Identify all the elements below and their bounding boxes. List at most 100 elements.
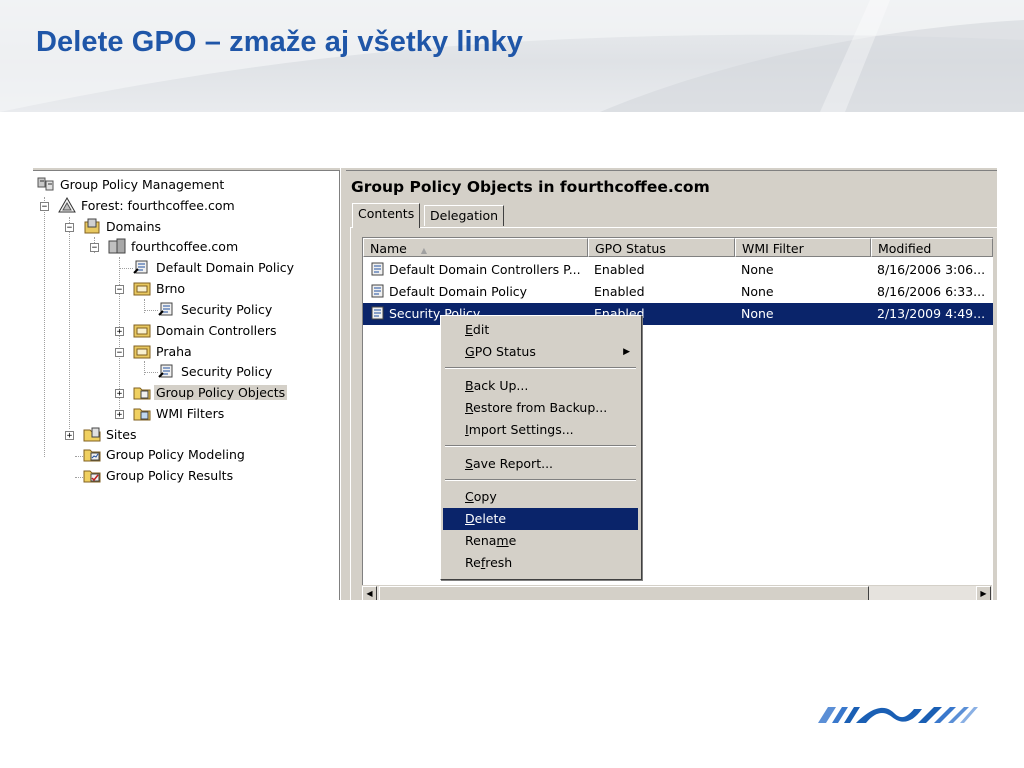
tree-item-wmi-filters[interactable]: WMI Filters — [133, 404, 226, 424]
tab-contents[interactable]: Contents — [352, 203, 421, 228]
gpo-icon — [371, 306, 384, 320]
console-tree: Group Policy Management − Forest: fourth… — [33, 170, 340, 600]
tree-line — [144, 310, 158, 311]
menu-item-edit[interactable]: Edit — [443, 319, 638, 341]
gpo-icon — [371, 284, 384, 298]
status-cell: Enabled — [594, 284, 645, 299]
menu-item-back-up[interactable]: Back Up... — [443, 375, 638, 397]
folder-gpo-icon — [133, 387, 151, 400]
column-header-gpo-status[interactable]: GPO Status — [588, 238, 735, 257]
status-cell: Enabled — [594, 262, 645, 277]
tree-line — [44, 197, 45, 457]
results-icon — [83, 470, 101, 483]
menu-item-rename[interactable]: Rename — [443, 530, 638, 552]
domain-icon — [108, 238, 126, 254]
ou-icon — [133, 282, 151, 296]
scroll-right-button[interactable]: ▶ — [976, 586, 991, 600]
gpm-icon — [37, 177, 54, 191]
menu-item-delete[interactable]: Delete — [443, 508, 638, 530]
modified-cell: 8/16/2006 6:33... — [877, 284, 986, 299]
tree-item-domain-controllers[interactable]: Domain Controllers — [133, 321, 278, 341]
collapse-toggle[interactable]: − — [115, 348, 124, 358]
wmi-cell: None — [741, 284, 774, 299]
menu-item-import-settings[interactable]: Import Settings... — [443, 419, 638, 441]
tree-item-label: Group Policy Results — [106, 468, 234, 483]
collapse-toggle[interactable]: − — [40, 202, 49, 212]
domains-icon — [84, 218, 100, 234]
tree-item-label: fourthcoffee.com — [131, 239, 239, 254]
wmi-cell: None — [741, 306, 774, 321]
tab-delegation[interactable]: Delegation — [424, 205, 505, 226]
ou-icon — [133, 345, 151, 359]
tree-item-sites[interactable]: Sites — [83, 425, 139, 445]
menu-item-save-report[interactable]: Save Report... — [443, 453, 638, 475]
tree-item-label: Sites — [106, 427, 137, 442]
submenu-arrow-icon: ▶ — [623, 347, 630, 357]
gpo-link-icon — [158, 302, 173, 316]
column-header-name[interactable]: Name ▲ — [363, 238, 588, 257]
tree-item-label: Praha — [156, 344, 192, 359]
collapse-toggle[interactable]: − — [115, 285, 124, 295]
menu-item-restore-from-backup[interactable]: Restore from Backup... — [443, 397, 638, 419]
horizontal-scrollbar[interactable]: ◀ ▶ — [362, 585, 992, 600]
menu-separator — [445, 479, 636, 481]
wmi-cell: None — [741, 262, 774, 277]
gpo-link-icon — [133, 260, 148, 274]
tree-item-default-domain-policy[interactable]: Default Domain Policy — [133, 258, 296, 278]
list-row[interactable]: Default Domain Policy Enabled None 8/16/… — [363, 281, 993, 303]
expand-toggle[interactable]: + — [115, 327, 124, 337]
slide-title: Delete GPO – zmaže aj všetky linky — [36, 26, 523, 58]
tree-item-praha-security-policy[interactable]: Security Policy — [158, 362, 274, 382]
expand-toggle[interactable]: + — [65, 431, 74, 441]
menu-separator — [445, 367, 636, 369]
tree-item-group-policy-objects[interactable]: Group Policy Objects — [133, 383, 288, 403]
tree-item-label: Group Policy Management — [60, 177, 225, 192]
pane-title: Group Policy Objects in fourthcoffee.com — [351, 178, 710, 196]
modified-cell: 8/16/2006 3:06... — [877, 262, 986, 277]
tree-item-gpm[interactable]: Group Policy Management — [37, 175, 226, 195]
tree-item-label: Default Domain Policy — [156, 260, 295, 275]
company-logo — [818, 707, 978, 723]
tree-item-label: Domains — [106, 219, 162, 234]
tree-item-brno-security-policy[interactable]: Security Policy — [158, 300, 274, 320]
tree-item-praha[interactable]: Praha — [133, 342, 194, 362]
tree-item-forest[interactable]: Forest: fourthcoffee.com — [58, 196, 237, 216]
gpo-name: Default Domain Policy — [389, 284, 528, 299]
tree-item-label: Group Policy Modeling — [106, 447, 245, 462]
menu-item-copy[interactable]: Copy — [443, 486, 638, 508]
gpo-name: Default Domain Controllers P... — [389, 262, 581, 277]
context-menu: Edit GPO Status ▶ Back Up... Restore fro… — [440, 315, 642, 580]
column-header-wmi-filter[interactable]: WMI Filter — [735, 238, 871, 257]
name-cell: Default Domain Policy — [369, 281, 587, 303]
list-row[interactable]: Default Domain Controllers P... Enabled … — [363, 259, 993, 281]
gpo-icon — [371, 262, 384, 276]
tree-item-modeling[interactable]: Group Policy Modeling — [83, 445, 247, 465]
name-cell: Default Domain Controllers P... — [369, 259, 587, 281]
tree-item-fourthcoffee[interactable]: fourthcoffee.com — [108, 237, 240, 257]
scroll-thumb[interactable] — [379, 586, 869, 600]
tree-item-label: Domain Controllers — [156, 323, 277, 338]
collapse-toggle[interactable]: − — [90, 243, 99, 253]
menu-item-refresh[interactable]: Refresh — [443, 552, 638, 574]
slide-header: Delete GPO – zmaže aj všetky linky — [0, 0, 1024, 112]
tree-item-label: Security Policy — [181, 364, 273, 379]
ou-icon — [133, 324, 151, 338]
tree-line — [119, 268, 133, 269]
gpmc-window: Group Policy Management − Forest: fourth… — [33, 168, 997, 600]
column-header-modified[interactable]: Modified — [871, 238, 993, 257]
sites-icon — [83, 427, 101, 442]
gpo-link-icon — [158, 364, 173, 378]
expand-toggle[interactable]: + — [115, 410, 124, 420]
expand-toggle[interactable]: + — [115, 389, 124, 399]
tree-item-brno[interactable]: Brno — [133, 279, 187, 299]
modified-cell: 2/13/2009 4:49... — [877, 306, 986, 321]
collapse-toggle[interactable]: − — [65, 223, 74, 233]
tree-item-label: Security Policy — [181, 302, 273, 317]
scroll-left-button[interactable]: ◀ — [362, 586, 377, 600]
tree-item-results[interactable]: Group Policy Results — [83, 466, 235, 486]
menu-item-gpo-status[interactable]: GPO Status ▶ — [443, 341, 638, 363]
forest-icon — [58, 197, 76, 213]
tree-item-domains[interactable]: Domains — [83, 217, 163, 237]
tree-item-label: Group Policy Objects — [154, 385, 288, 400]
tree-item-label: Forest: fourthcoffee.com — [81, 198, 235, 213]
